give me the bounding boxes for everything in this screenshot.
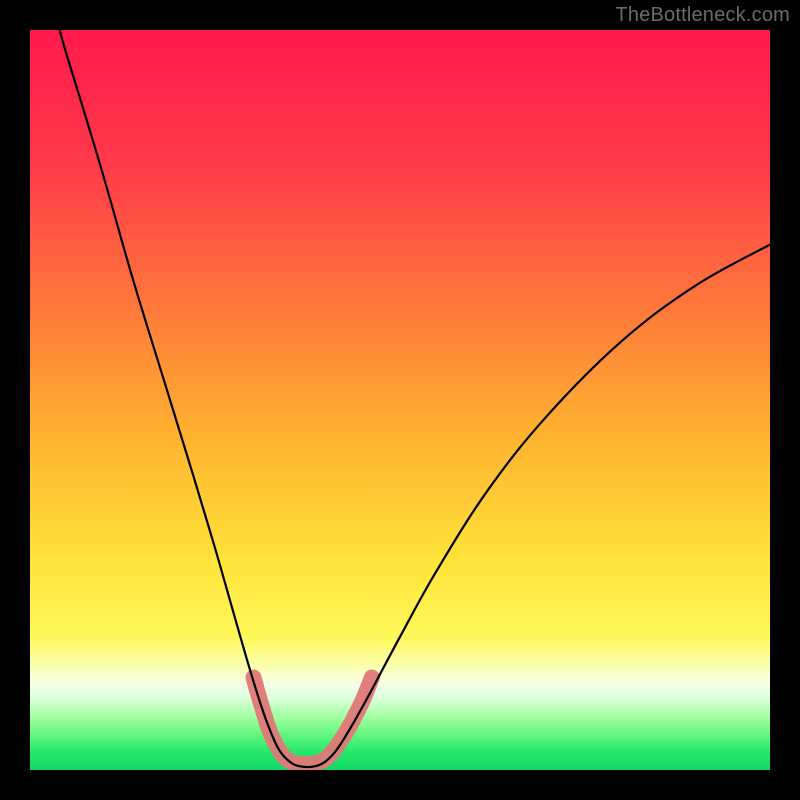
- bottleneck-curve: [60, 30, 770, 767]
- chart-frame: TheBottleneck.com: [0, 0, 800, 800]
- curve-layer: [30, 30, 770, 770]
- plot-area: [30, 30, 770, 770]
- watermark-text: TheBottleneck.com: [615, 4, 790, 27]
